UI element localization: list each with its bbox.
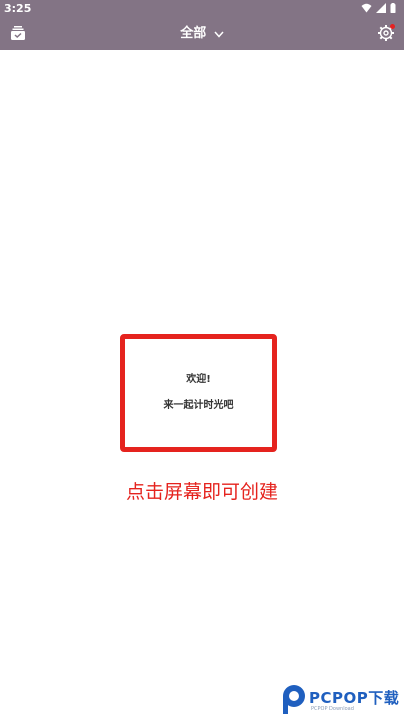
welcome-title: 欢迎! [186,374,211,385]
app-bar: 全部 [0,17,404,50]
page-title: 全部 [180,26,207,41]
wifi-icon [361,3,372,13]
tap-to-create-hint: 点击屏幕即可创建 [125,481,278,503]
signal-icon [376,3,386,13]
category-dropdown[interactable]: 全部 [0,24,404,44]
status-bar: 3:25 [0,0,404,17]
watermark: PCPOP下载 PCPOP Download [281,684,404,720]
pcpop-logo-icon [283,685,305,714]
watermark-subtitle: PCPOP Download [311,706,354,712]
chevron-down-icon [214,31,224,38]
status-time: 3:25 [4,2,32,15]
watermark-brand: PCPOP下载 [309,689,400,707]
welcome-card: 欢迎! 来一起计时光吧 [120,334,277,452]
notification-dot [390,24,395,29]
battery-icon [390,3,396,13]
status-icons [361,3,396,13]
welcome-subtitle: 来一起计时光吧 [163,400,234,411]
settings-button[interactable] [376,23,396,43]
